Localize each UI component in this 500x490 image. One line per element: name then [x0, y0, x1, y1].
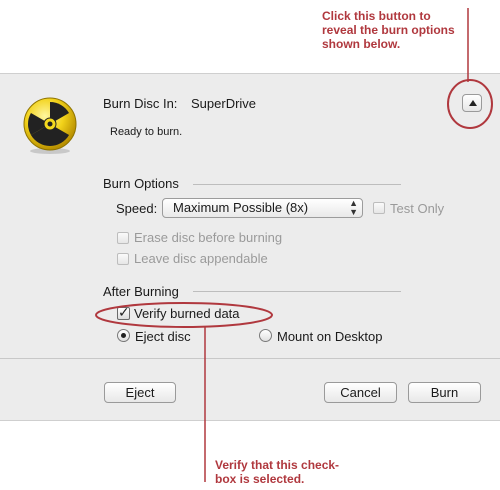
mount-on-desktop-label: Mount on Desktop [277, 329, 383, 344]
checkmark-icon: ✓ [118, 304, 130, 320]
burn-options-heading: Burn Options [103, 176, 179, 191]
disclosure-button[interactable] [462, 94, 482, 112]
bottom-separator [0, 358, 500, 359]
top-annotation-line-1: Click this button to [322, 9, 431, 23]
leave-appendable-label: Leave disc appendable [134, 251, 268, 266]
test-only-checkbox[interactable] [373, 202, 385, 214]
radio-selected-dot [121, 333, 126, 338]
popup-arrows-icon: ▲ ▼ [349, 198, 358, 217]
top-annotation-line-3: shown below. [322, 37, 401, 51]
status-text: Ready to burn. [110, 126, 183, 138]
leave-appendable-checkbox[interactable] [117, 253, 129, 265]
burn-disc-icon [23, 97, 77, 154]
burn-button[interactable]: Burn [408, 382, 481, 403]
after-burning-heading: After Burning [103, 284, 179, 299]
eject-disc-radio[interactable] [117, 329, 130, 342]
test-only-label: Test Only [390, 201, 445, 216]
verify-burned-data-label: Verify burned data [134, 306, 240, 321]
burn-disc-in-label: Burn Disc In: [103, 96, 178, 111]
burn-options-separator [193, 184, 401, 185]
mount-on-desktop-radio[interactable] [259, 329, 272, 342]
cancel-button[interactable]: Cancel [324, 382, 397, 403]
triangle-up-icon [469, 100, 477, 106]
speed-popup[interactable]: Maximum Possible (8x) ▲ ▼ [162, 198, 363, 218]
erase-disc-checkbox[interactable] [117, 232, 129, 244]
speed-value: Maximum Possible (8x) [173, 200, 309, 215]
bottom-annotation: Verify that this check- box is selected. [215, 458, 339, 486]
speed-label: Speed: [116, 201, 158, 216]
drive-name: SuperDrive [191, 96, 257, 111]
verify-burned-data-checkbox[interactable]: ✓ [117, 304, 130, 320]
erase-disc-label: Erase disc before burning [134, 230, 283, 245]
after-burning-separator [193, 291, 401, 292]
eject-button[interactable]: Eject [104, 382, 176, 403]
bottom-annotation-line-2: box is selected. [215, 472, 305, 486]
bottom-annotation-line-1: Verify that this check- [215, 458, 340, 472]
top-annotation: Click this button to reveal the burn opt… [322, 9, 455, 51]
eject-disc-label: Eject disc [135, 329, 191, 344]
top-annotation-line-2: reveal the burn options [322, 23, 455, 37]
